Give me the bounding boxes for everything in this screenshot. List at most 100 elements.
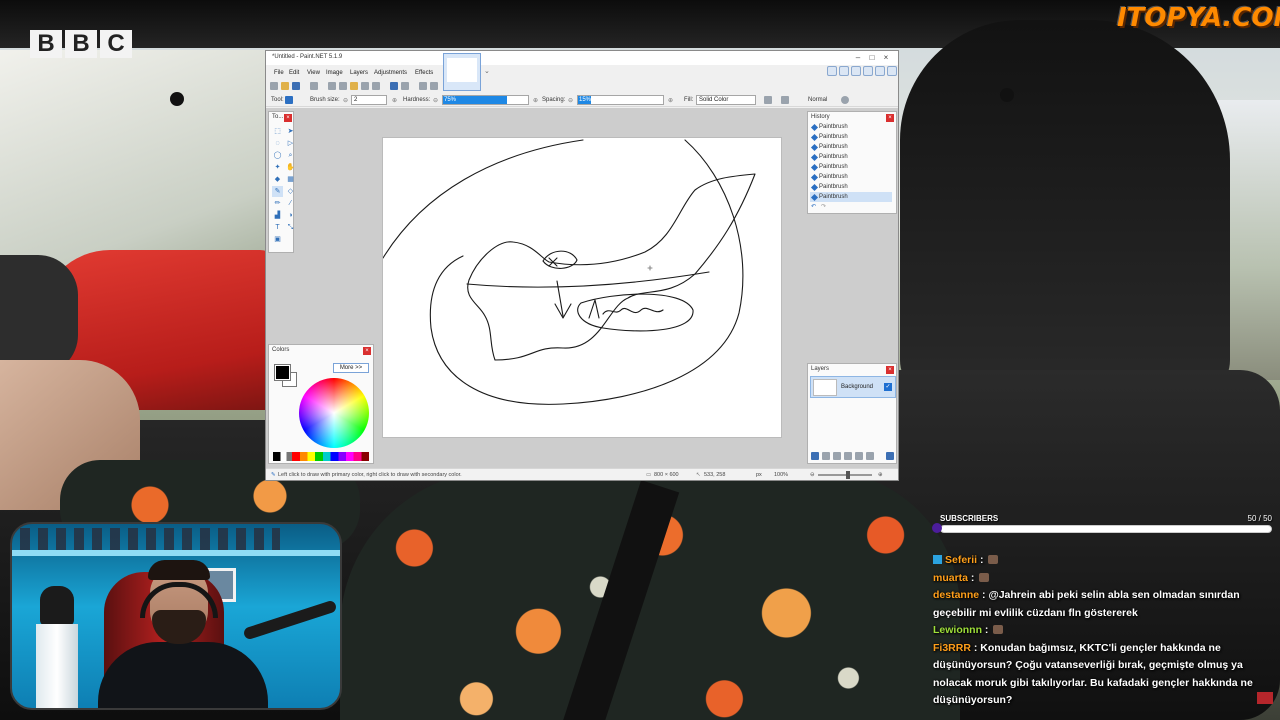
menu-edit[interactable]: Edit [289, 70, 299, 76]
recolor-icon[interactable]: ◑ [285, 210, 296, 221]
hardness-slider[interactable]: 75% [442, 95, 529, 105]
menu-layers[interactable]: Layers [350, 70, 368, 76]
zoom-level[interactable]: 100% [774, 472, 788, 478]
paintnet-window[interactable]: *Untitled - Paint.NET 5.1.9 – □ × ⌄ File… [265, 50, 899, 481]
blend-mode-icon[interactable] [781, 96, 789, 104]
new-icon[interactable] [270, 82, 278, 90]
history-panel[interactable]: History × Paintbrush Paintbrush Paintbru… [807, 111, 897, 214]
tools-panel[interactable]: To... × ⬚ ➤ ◌ ▷ ◯ ⌕ ✦ ✋ ◆ ▦ ✎ ◇ ✏ ⁄ ▟ ◑ … [268, 111, 296, 253]
print-icon[interactable] [310, 82, 318, 90]
alpha-icon[interactable] [841, 96, 849, 104]
colors-window-icon[interactable] [863, 66, 873, 76]
move-layer-down-icon[interactable] [866, 452, 874, 460]
duplicate-layer-icon[interactable] [833, 452, 841, 460]
deselect-icon[interactable] [372, 82, 380, 90]
minus-icon[interactable]: ⊖ [433, 97, 438, 104]
ellipse-select-icon[interactable]: ◯ [272, 150, 283, 161]
layer-visible-checkbox[interactable]: ✓ [884, 383, 892, 391]
primary-color-swatch[interactable] [274, 364, 291, 381]
cut-icon[interactable] [328, 82, 336, 90]
pan-icon[interactable]: ✋ [285, 162, 296, 173]
add-layer-icon[interactable] [811, 452, 819, 460]
redo-icon[interactable]: ↷ [821, 203, 826, 210]
zoom-slider-thumb[interactable] [846, 471, 850, 479]
crop-icon[interactable] [361, 82, 369, 90]
close-icon[interactable]: × [284, 114, 292, 122]
grid-icon[interactable] [419, 82, 427, 90]
history-item[interactable]: Paintbrush [810, 182, 892, 192]
minus-icon[interactable]: ⊖ [343, 97, 348, 104]
clone-stamp-icon[interactable]: ▟ [272, 210, 283, 221]
ruler-icon[interactable] [430, 82, 438, 90]
antialias-icon[interactable] [764, 96, 772, 104]
shapes-icon[interactable]: ▣ [272, 234, 283, 245]
history-item[interactable]: Paintbrush [810, 152, 892, 162]
history-item[interactable]: Paintbrush [810, 132, 892, 142]
magic-wand-icon[interactable]: ✦ [272, 162, 283, 173]
plus-icon[interactable]: ⊕ [392, 97, 397, 104]
move-selection-icon[interactable]: ⬚ [272, 126, 283, 137]
drawing-canvas[interactable] [382, 137, 782, 438]
line-curve-icon[interactable]: ⤡ [285, 222, 296, 233]
move-layer-up-icon[interactable] [855, 452, 863, 460]
close-button[interactable]: × [880, 53, 892, 63]
zoom-icon[interactable]: ⌕ [285, 150, 296, 161]
help-icon[interactable] [887, 66, 897, 76]
plus-icon[interactable]: ⊕ [668, 97, 673, 104]
settings-icon[interactable] [875, 66, 885, 76]
paste-icon[interactable] [350, 82, 358, 90]
minus-icon[interactable]: ⊖ [568, 97, 573, 104]
lasso-select-icon[interactable]: ◌ [272, 138, 283, 149]
layers-window-icon[interactable] [851, 66, 861, 76]
shapes-more-icon[interactable] [285, 234, 296, 245]
paintbrush-tool-icon[interactable]: ✎ [272, 186, 283, 197]
plus-icon[interactable]: ⊕ [533, 97, 538, 104]
zoom-slider[interactable] [818, 474, 872, 476]
history-window-icon[interactable] [839, 66, 849, 76]
undo-icon[interactable] [390, 82, 398, 90]
paintbrush-icon[interactable] [285, 96, 293, 104]
menu-view[interactable]: View [307, 70, 320, 76]
undo-icon[interactable]: ↶ [811, 203, 816, 210]
delete-layer-icon[interactable] [822, 452, 830, 460]
brush-size-input[interactable]: 2 [351, 95, 387, 105]
layer-properties-icon[interactable] [886, 452, 894, 460]
move-selected-icon[interactable]: ▷ [285, 138, 296, 149]
save-icon[interactable] [292, 82, 300, 90]
color-palette[interactable] [273, 452, 369, 461]
more-colors-button[interactable]: More >> [333, 363, 369, 373]
history-item[interactable]: Paintbrush [810, 162, 892, 172]
close-icon[interactable]: × [886, 114, 894, 122]
menu-effects[interactable]: Effects [415, 70, 433, 76]
minimize-button[interactable]: – [852, 53, 864, 63]
zoom-in-icon[interactable]: ⊕ [878, 472, 883, 478]
maximize-button[interactable]: □ [866, 53, 878, 63]
color-wheel[interactable] [299, 378, 369, 448]
close-icon[interactable]: × [363, 347, 371, 355]
text-icon[interactable]: T [272, 222, 283, 233]
menu-adjustments[interactable]: Adjustments [374, 70, 407, 76]
zoom-out-icon[interactable]: ⊖ [810, 472, 815, 478]
copy-icon[interactable] [339, 82, 347, 90]
fill-select[interactable]: Solid Color [696, 95, 756, 105]
move-pixels-icon[interactable]: ➤ [285, 126, 296, 137]
merge-layer-icon[interactable] [844, 452, 852, 460]
colors-panel[interactable]: Colors × More >> [268, 344, 374, 464]
open-icon[interactable] [281, 82, 289, 90]
gradient-icon[interactable]: ▦ [285, 174, 296, 185]
unit-select[interactable]: px [756, 472, 762, 478]
spacing-slider[interactable]: 15% [577, 95, 664, 105]
redo-icon[interactable] [401, 82, 409, 90]
history-item[interactable]: Paintbrush [810, 172, 892, 182]
color-picker-icon[interactable]: ⁄ [285, 198, 296, 209]
tools-window-icon[interactable] [827, 66, 837, 76]
menu-image[interactable]: Image [326, 70, 343, 76]
close-icon[interactable]: × [886, 366, 894, 374]
history-item[interactable]: Paintbrush [810, 142, 892, 152]
layers-panel[interactable]: Layers × Background ✓ [807, 363, 897, 464]
pencil-icon[interactable]: ✏ [272, 198, 283, 209]
eraser-icon[interactable]: ◇ [285, 186, 296, 197]
title-bar[interactable]: *Untitled - Paint.NET 5.1.9 – □ × [266, 51, 898, 65]
blend-mode-select[interactable]: Normal [808, 97, 827, 103]
paint-bucket-icon[interactable]: ◆ [272, 174, 283, 185]
